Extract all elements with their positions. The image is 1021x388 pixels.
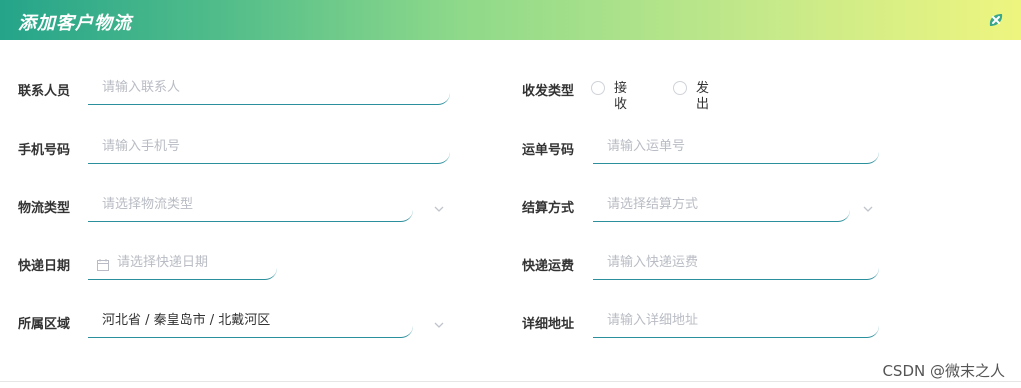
express-date-label: 快递日期 [18,259,71,274]
divider [0,381,1021,382]
region-value: 河北省 / 秦皇岛市 / 北戴河区 [102,313,271,328]
logistics-type-select[interactable]: 请选择物流类型 [88,189,413,222]
chevron-down-icon[interactable] [862,200,874,212]
contact-person-placeholder: 请输入联系人 [102,80,181,95]
waybill-label: 运单号码 [522,143,575,158]
express-date-placeholder: 请选择快递日期 [117,255,209,270]
watermark: CSDN @微末之人 [882,362,1005,380]
contact-person-label: 联系人员 [18,84,71,99]
express-date-picker[interactable]: 请选择快递日期 [88,247,277,280]
logistics-type-label: 物流类型 [18,201,71,216]
close-icon[interactable] [987,11,1005,29]
phone-label: 手机号码 [18,143,71,158]
radio-receive-label[interactable]: 接收 [614,81,627,113]
radio-send[interactable] [673,81,687,95]
phone-placeholder: 请输入手机号 [102,139,181,154]
settlement-select[interactable]: 请选择结算方式 [593,189,850,222]
express-fee-input[interactable]: 请输入快递运费 [593,247,879,280]
region-cascader[interactable]: 河北省 / 秦皇岛市 / 北戴河区 [88,305,413,338]
waybill-input[interactable]: 请输入运单号 [593,131,879,164]
dialog-title: 添加客户物流 [18,13,132,34]
waybill-placeholder: 请输入运单号 [607,139,686,154]
phone-input[interactable]: 请输入手机号 [88,131,450,164]
express-fee-label: 快递运费 [522,259,575,274]
settlement-label: 结算方式 [522,201,575,216]
address-label: 详细地址 [522,317,575,332]
calendar-icon [96,257,110,271]
direction-label: 收发类型 [522,84,575,99]
chevron-down-icon[interactable] [433,200,445,212]
dialog-header: 添加客户物流 [0,0,1021,40]
radio-send-label[interactable]: 发出 [696,81,709,113]
radio-receive[interactable] [591,81,605,95]
address-input[interactable]: 请输入详细地址 [593,305,879,338]
region-label: 所属区域 [18,317,71,332]
settlement-placeholder: 请选择结算方式 [607,197,699,212]
express-fee-placeholder: 请输入快递运费 [607,255,699,270]
contact-person-input[interactable]: 请输入联系人 [88,72,450,105]
logistics-type-placeholder: 请选择物流类型 [102,197,194,212]
chevron-down-icon[interactable] [433,316,445,328]
address-placeholder: 请输入详细地址 [607,313,699,328]
